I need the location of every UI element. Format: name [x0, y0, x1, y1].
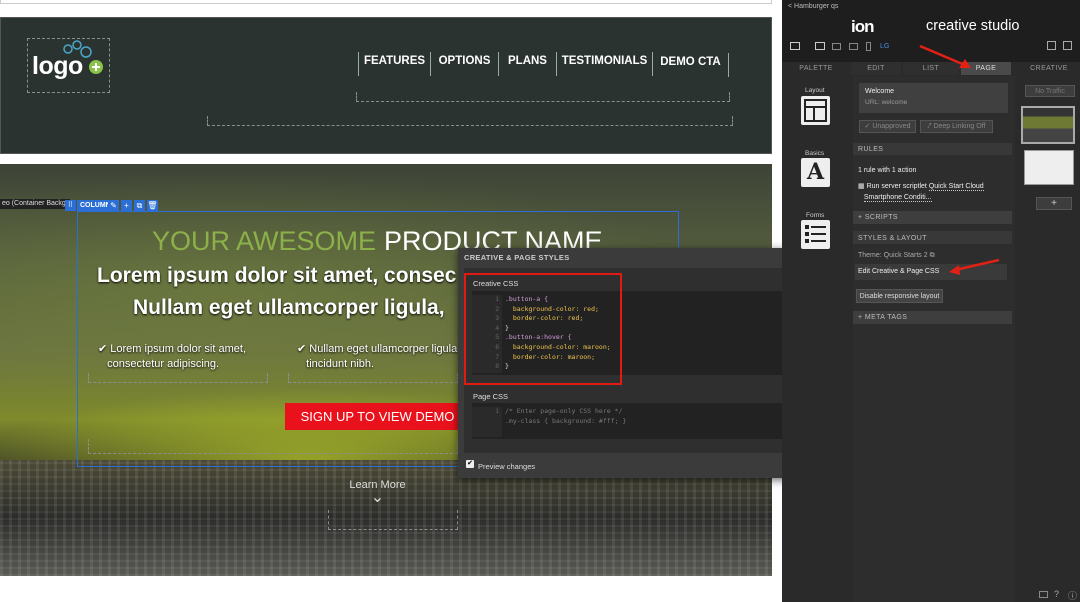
learn-more-outline	[328, 510, 458, 530]
page-url: URL: welcome	[865, 99, 908, 106]
signup-cta-button[interactable]: SIGN UP TO VIEW DEMO	[285, 403, 470, 430]
bullet-2: ✔ Nullam eget ullamcorper ligula, a tinc…	[297, 342, 469, 372]
theme-text: Theme: Quick Starts 2	[858, 252, 928, 259]
tablet-icon[interactable]	[849, 43, 858, 50]
palette-forms-label: Forms	[806, 212, 825, 219]
learn-more-link[interactable]: Learn More ⌄	[340, 479, 415, 506]
edit-css-link[interactable]: Edit Creative & Page CSS	[858, 268, 939, 275]
nav-outline	[356, 92, 730, 102]
page-css-label: Page CSS	[473, 392, 509, 401]
delete-icon[interactable]: 🗑	[147, 200, 158, 211]
rule-link-1[interactable]: Quick Start Cloud	[928, 183, 984, 191]
no-traffic-label: No Traffic	[1025, 85, 1075, 97]
annotation-arrow-edit-css	[949, 258, 1000, 275]
drag-handle-icon[interactable]: ⠿	[65, 200, 76, 211]
bullet-2-line-1: Nullam eget ullamcorper ligula, a	[309, 343, 470, 355]
page-css-placeholder-1: /* Enter page-only CSS here */	[505, 407, 623, 415]
modal-title: CREATIVE & PAGE STYLES	[464, 253, 570, 262]
nav-options[interactable]: OPTIONS	[431, 52, 499, 76]
page-css-placeholder-2: .my-class { background: #fff; }	[505, 416, 627, 425]
annotation-arrow-page-tab	[919, 44, 971, 68]
preview-label: Preview changes	[478, 462, 536, 471]
grid-icon[interactable]	[790, 42, 800, 50]
rule-action-prefix: Run server scriptlet	[866, 183, 927, 190]
chevron-down-icon: ⌄	[370, 489, 385, 506]
nav-testimonials[interactable]: TESTIMONIALS	[557, 52, 653, 76]
header-row-outline	[207, 116, 733, 126]
creative-thumbnail-1[interactable]	[1021, 106, 1075, 144]
site-header[interactable]	[0, 17, 772, 154]
page-css-code[interactable]: /* Enter page-only CSS here */ .my-class…	[505, 407, 626, 426]
nav-features[interactable]: FEATURES	[358, 52, 431, 76]
studio-title: creative studio	[926, 18, 1020, 34]
text-A-icon[interactable]: A	[801, 158, 830, 187]
tab-creative[interactable]: CREATIVE	[1018, 62, 1080, 75]
rule-action[interactable]: ▦ Run server scriptlet Quick Start Cloud…	[858, 181, 984, 203]
rules-header: RULES	[858, 146, 884, 153]
bullet-1-line-1: Lorem ipsum dolor sit amet,	[110, 343, 246, 355]
bullet-1: ✔ Lorem ipsum dolor sit amet, consectetu…	[98, 342, 246, 372]
edit-icon[interactable]: ✎	[108, 200, 119, 211]
bullet-2-outline	[288, 373, 458, 383]
keyboard-icon[interactable]	[1039, 591, 1048, 598]
laptop-icon[interactable]	[832, 43, 841, 50]
forms-icon[interactable]	[801, 220, 830, 249]
styles-layout-header: STYLES & LAYOUT	[858, 235, 927, 242]
scriptlet-icon: ▦	[858, 183, 865, 190]
preview-checkbox[interactable]: ✔	[466, 460, 474, 468]
info-icon[interactable]: ⓘ	[1068, 589, 1077, 602]
column-tag-label: COLUMN	[80, 202, 111, 209]
page-top-edge	[0, 0, 772, 4]
cta-row-outline	[88, 439, 458, 454]
nav-demo-cta[interactable]: DEMO CTA	[653, 53, 729, 77]
desktop-icon[interactable]	[815, 42, 825, 50]
help-icon[interactable]: ?	[1054, 589, 1059, 599]
palette-basics-label: Basics	[805, 150, 825, 157]
unapproved-button[interactable]: ✓ Unapproved	[859, 120, 916, 133]
device-lg-label[interactable]: LG	[880, 43, 889, 50]
check-icon: ✔	[98, 343, 108, 355]
nav-plans[interactable]: PLANS	[499, 52, 557, 76]
palette-layout-label: Layout	[805, 87, 825, 94]
page-name: Welcome	[865, 88, 895, 95]
hero-title-green: YOUR AWESOME	[152, 226, 377, 256]
add-creative-button[interactable]: +	[1036, 197, 1072, 210]
open-icon[interactable]	[1047, 41, 1056, 50]
copy-icon[interactable]: ⧉	[134, 200, 145, 211]
rule-link-2[interactable]: Smartphone Conditi...	[863, 194, 932, 202]
deep-linking-label: Deep Linking Off	[933, 123, 986, 130]
theme-label[interactable]: Theme: Quick Starts 2 ⧉	[858, 252, 935, 260]
tab-palette[interactable]: PALETTE	[783, 62, 849, 75]
phone-icon[interactable]	[866, 42, 871, 51]
tab-edit[interactable]: EDIT	[851, 62, 901, 75]
page-css-line-numbers: 1	[472, 407, 502, 437]
back-link[interactable]: < Hamburger qs	[788, 3, 838, 10]
deep-linking-button[interactable]: ⤤ Deep Linking Off	[920, 120, 993, 133]
rules-summary: 1 rule with 1 action	[858, 167, 917, 174]
meta-tags-header: + META TAGS	[858, 314, 908, 321]
settings-icon[interactable]	[1063, 41, 1072, 50]
logo-label: logo	[32, 52, 83, 80]
disable-responsive-button[interactable]: Disable responsive layout	[856, 289, 943, 303]
check-icon: ✔	[297, 343, 307, 355]
add-icon[interactable]: +	[121, 200, 132, 211]
external-link-icon: ⧉	[929, 252, 935, 259]
ion-logo: ion	[851, 17, 874, 36]
breadcrumb[interactable]: eo (Container Backgr	[0, 199, 71, 209]
layout-icon[interactable]	[801, 96, 830, 125]
bullet-2-line-2: tincidunt nibh.	[306, 358, 375, 370]
unapproved-label: Unapproved	[872, 123, 911, 130]
logo-text[interactable]: logo	[32, 52, 83, 81]
bullet-1-line-2: consectetur adipiscing.	[107, 358, 220, 370]
bullet-1-outline	[88, 373, 268, 383]
scripts-header: + SCRIPTS	[858, 214, 898, 221]
highlight-box	[464, 273, 622, 385]
creative-thumbnail-2[interactable]	[1024, 150, 1074, 185]
